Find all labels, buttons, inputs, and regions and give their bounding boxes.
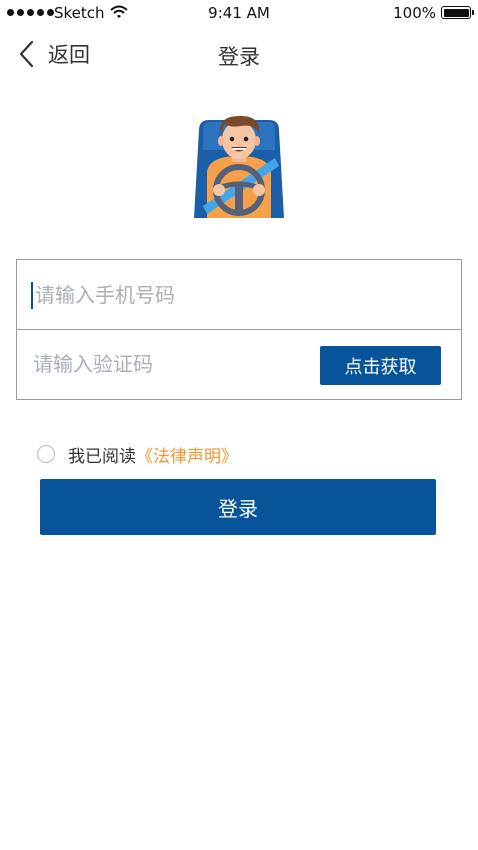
text-cursor bbox=[31, 282, 33, 309]
battery-icon bbox=[441, 6, 474, 19]
code-row: 点击获取 bbox=[17, 330, 461, 400]
get-code-button[interactable]: 点击获取 bbox=[320, 346, 441, 385]
login-form: 点击获取 bbox=[16, 259, 462, 400]
agreement-radio[interactable] bbox=[37, 445, 55, 463]
status-bar: Sketch 9:41 AM 100% bbox=[0, 0, 478, 26]
verification-code-input[interactable] bbox=[33, 345, 313, 383]
login-button[interactable]: 登录 bbox=[40, 479, 436, 535]
page-title: 登录 bbox=[218, 45, 260, 69]
agreement-text: 我已阅读 bbox=[68, 446, 136, 467]
battery-percentage: 100% bbox=[393, 4, 436, 22]
legal-notice-link[interactable]: 《法律声明》 bbox=[136, 442, 238, 467]
agreement: 我已阅读 《法律声明》 bbox=[37, 441, 238, 467]
phone-input[interactable] bbox=[35, 276, 315, 314]
driver-avatar-icon bbox=[194, 115, 284, 218]
phone-row bbox=[17, 260, 461, 330]
